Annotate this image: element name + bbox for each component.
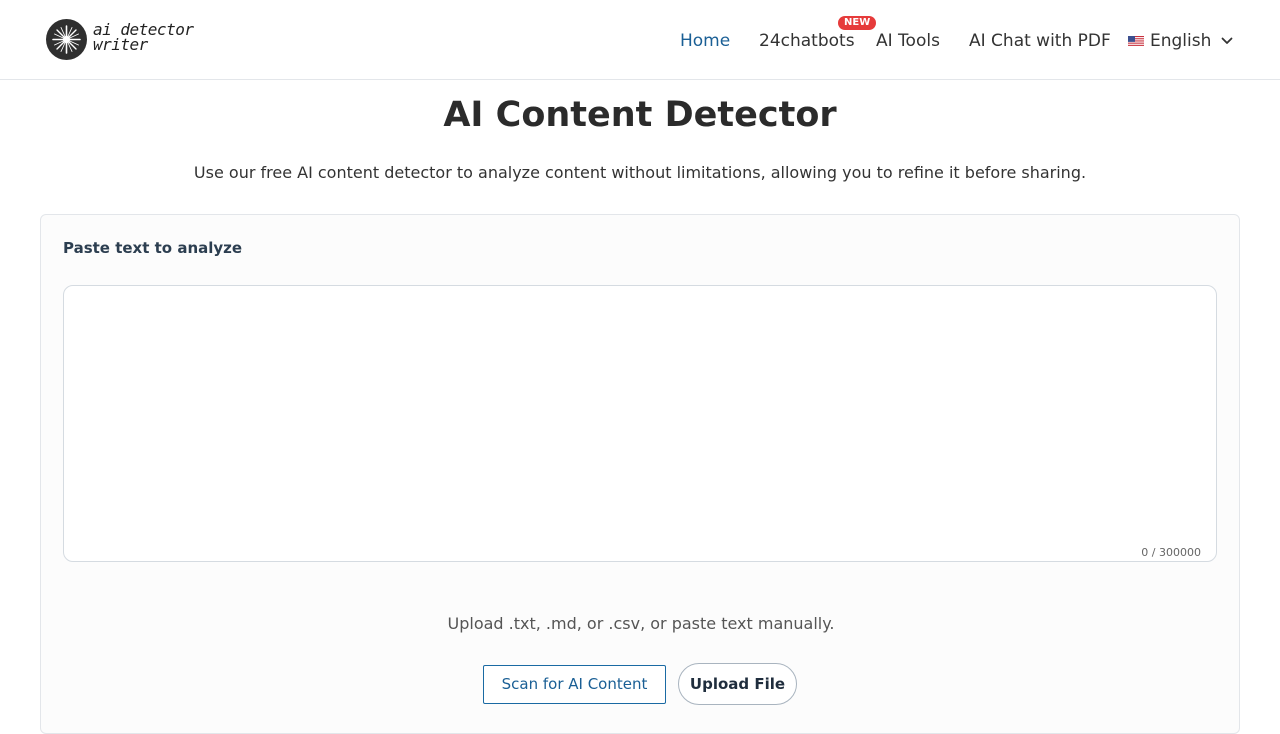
page-subtitle: Use our free AI content detector to anal… [193,163,1087,182]
text-input[interactable] [63,285,1217,562]
language-selector[interactable]: English [1128,30,1233,52]
main-nav: Home 24chatbots NEW AI Tools AI Chat wit… [0,0,1280,80]
nav-home[interactable]: Home [680,30,730,52]
analyzer-card: Paste text to analyze 0 / 300000 Upload … [40,214,1240,734]
us-flag-icon [1128,35,1144,47]
upload-hint: Upload .txt, .md, or .csv, or paste text… [447,614,835,633]
chevron-down-icon [1221,37,1233,44]
nav-ai-tools[interactable]: AI Tools [876,30,940,52]
nav-24chatbots[interactable]: 24chatbots [759,30,855,52]
upload-file-button[interactable]: Upload File [678,663,797,705]
character-counter: 0 / 300000 [1141,546,1201,559]
page-title: AI Content Detector [443,95,837,135]
site-header: ai detector writer Home 24chatbots NEW A… [0,0,1280,80]
scan-button[interactable]: Scan for AI Content [483,665,666,704]
nav-ai-chat-with-pdf[interactable]: AI Chat with PDF [969,30,1111,52]
textarea-label: Paste text to analyze [63,239,243,257]
new-badge: NEW [838,16,877,30]
language-label: English [1150,31,1212,51]
